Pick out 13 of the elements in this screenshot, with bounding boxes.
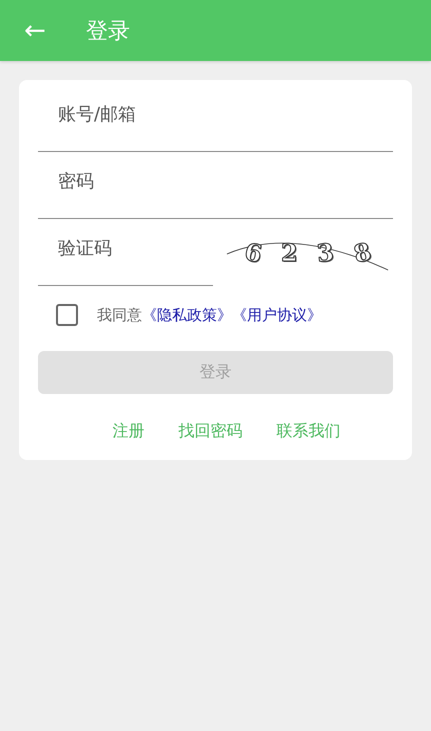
- input-field[interactable]: 账号/邮箱: [38, 86, 393, 152]
- captcha-input-field[interactable]: 验证码: [38, 220, 213, 286]
- input-field[interactable]: 密码: [38, 153, 393, 219]
- footer-link[interactable]: 找回密码: [178, 421, 242, 442]
- policy-link[interactable]: 《用户协议》: [232, 306, 322, 324]
- agree-label: 我同意: [97, 306, 142, 324]
- back-button[interactable]: ←: [22, 18, 48, 44]
- agree-checkbox[interactable]: [56, 304, 78, 326]
- policy-link[interactable]: 《隐私政策》: [142, 306, 232, 324]
- page-title: 登录: [86, 18, 130, 46]
- captcha-image[interactable]: 6 2 3 8: [225, 232, 390, 272]
- footer-link[interactable]: 联系我们: [276, 421, 340, 442]
- footer-link[interactable]: 注册: [112, 421, 144, 442]
